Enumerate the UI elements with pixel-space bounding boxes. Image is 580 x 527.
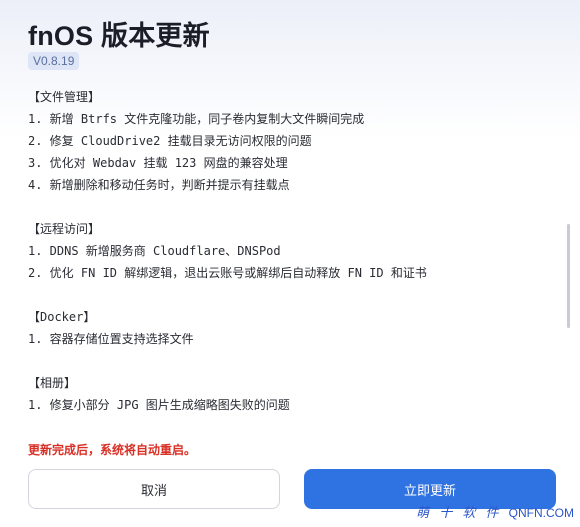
list-item: 2. 优化 FN ID 解绑逻辑，退出云账号或解绑后自动释放 FN ID 和证书 (28, 266, 427, 280)
update-dialog: fnOS 版本更新 V0.8.19 【文件管理】 1. 新增 Btrfs 文件克… (0, 0, 580, 527)
section-title: 【文件管理】 (28, 90, 101, 104)
dialog-title: fnOS 版本更新 (28, 21, 210, 51)
list-item: 2. 修复 CloudDrive2 挂载目录无访问权限的问题 (28, 134, 312, 148)
list-item: 1. 容器存储位置支持选择文件 (28, 332, 194, 346)
version-badge: V0.8.19 (28, 52, 80, 70)
section-title: 【Docker】 (28, 310, 96, 324)
watermark-text: 萌 十 软 件 (416, 506, 502, 521)
section-title: 【相册】 (28, 376, 77, 390)
release-notes[interactable]: 【文件管理】 1. 新增 Btrfs 文件克隆功能，同子卷内复制大文件瞬间完成 … (28, 86, 548, 426)
section-docker: 【Docker】 1. 容器存储位置支持选择文件 (28, 306, 548, 350)
section-title: 【远程访问】 (28, 222, 101, 236)
list-item: 1. DDNS 新增服务商 Cloudflare、DNSPod (28, 244, 281, 258)
list-item: 3. 优化对 Webdav 挂载 123 网盘的兼容处理 (28, 156, 288, 170)
cancel-button[interactable]: 取消 (28, 469, 280, 509)
notes-fade (0, 410, 580, 436)
restart-warning: 更新完成后，系统将自动重启。 (28, 443, 197, 457)
notes-scrollbar[interactable] (567, 224, 570, 328)
section-remote-access: 【远程访问】 1. DDNS 新增服务商 Cloudflare、DNSPod 2… (28, 218, 548, 284)
watermark-logo: 萌 十 软 件 QNFN.COM (416, 502, 574, 521)
list-item: 4. 新增删除和移动任务时，判断并提示有挂载点 (28, 178, 290, 192)
section-file-management: 【文件管理】 1. 新增 Btrfs 文件克隆功能，同子卷内复制大文件瞬间完成 … (28, 86, 548, 196)
watermark-url: QNFN.COM (508, 506, 574, 520)
list-item: 1. 新增 Btrfs 文件克隆功能，同子卷内复制大文件瞬间完成 (28, 112, 365, 126)
